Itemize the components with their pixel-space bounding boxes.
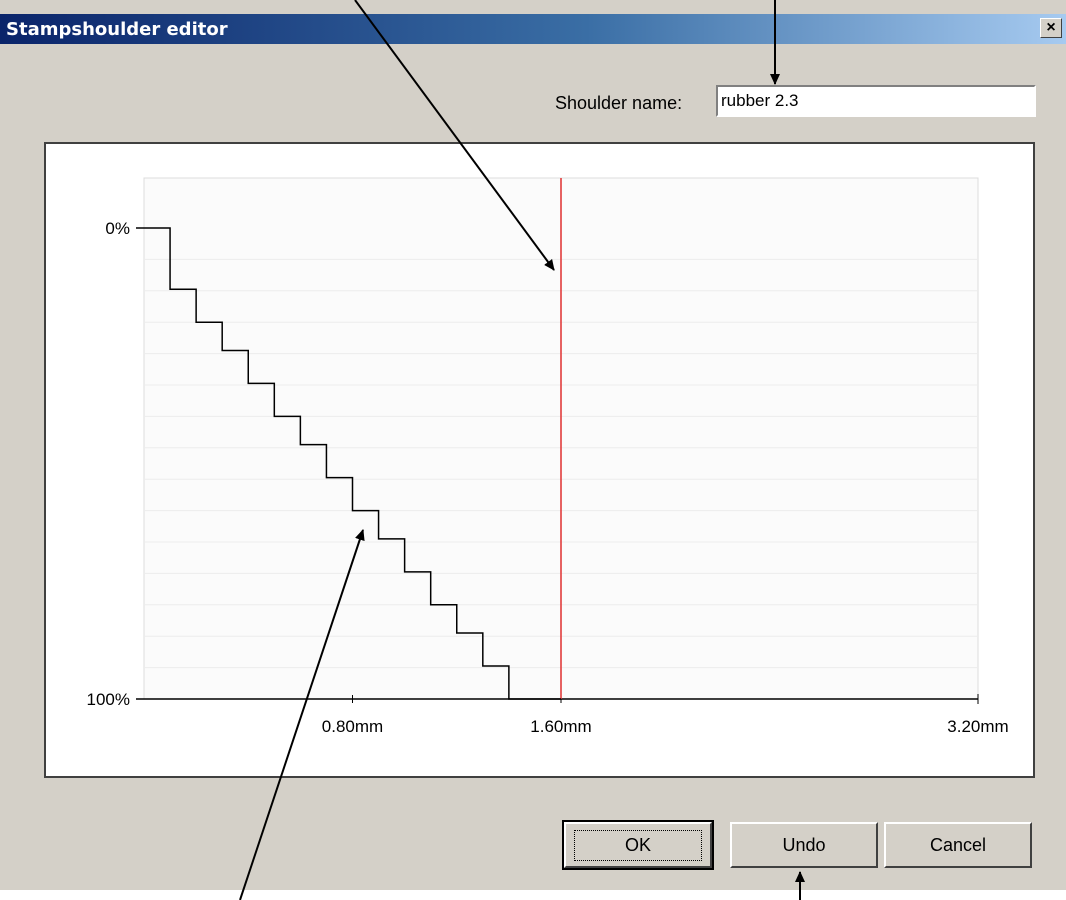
annotation-arrow-step-curve bbox=[239, 529, 365, 900]
annotation-overlay bbox=[239, 0, 805, 900]
annotation-arrow-marker-line bbox=[354, 0, 555, 271]
